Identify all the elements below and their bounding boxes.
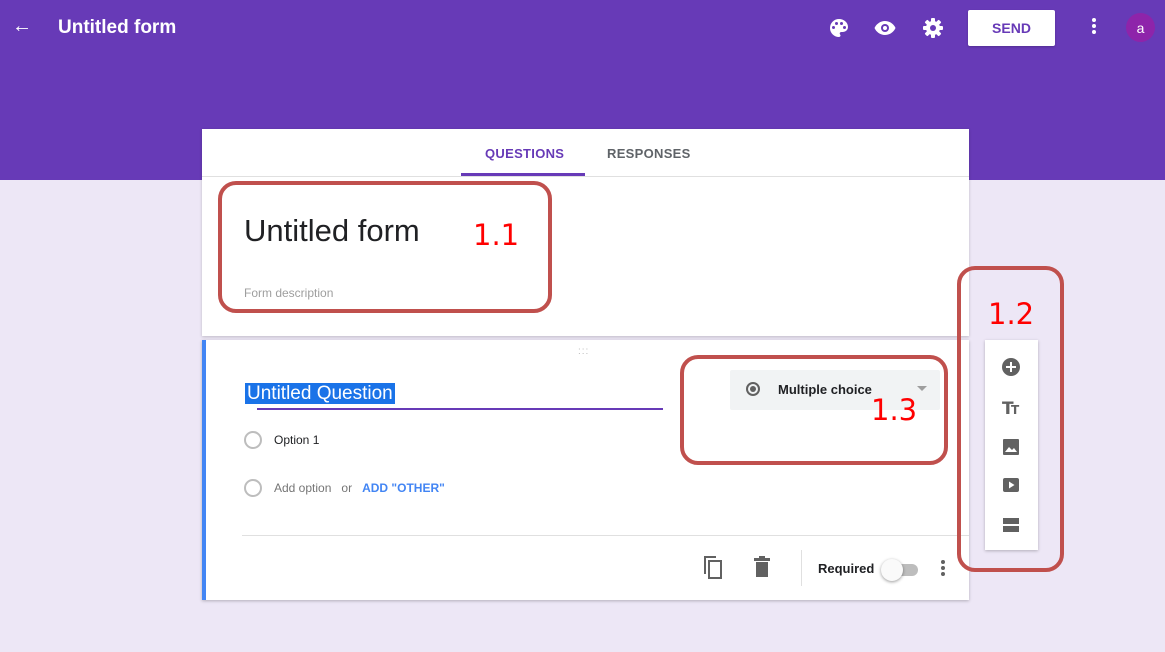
more-vert-icon[interactable] [1086, 16, 1102, 40]
account-avatar[interactable]: a [1126, 13, 1155, 42]
question-more-icon[interactable] [940, 558, 946, 580]
delete-trash-icon[interactable] [753, 556, 771, 578]
tab-responses[interactable]: RESPONSES [607, 146, 691, 161]
add-other-link[interactable]: ADD "OTHER" [362, 481, 445, 495]
question-title-underline [257, 408, 663, 410]
add-option-row: Add option or ADD "OTHER" [274, 481, 445, 495]
add-option-input[interactable]: Add option [274, 481, 331, 495]
add-option-radio-icon [244, 479, 262, 497]
required-label: Required [818, 561, 875, 576]
active-card-indicator [202, 340, 206, 600]
settings-gear-icon[interactable] [921, 16, 945, 40]
tab-divider [202, 176, 969, 177]
annotation-label-1-2: 1.2 [988, 297, 1035, 331]
annotation-label-1-3: 1.3 [871, 393, 918, 427]
option-radio-icon [244, 431, 262, 449]
send-button[interactable]: SEND [968, 10, 1055, 46]
question-title-text: Untitled Question [245, 383, 395, 404]
drag-handle-icon[interactable]: ::: [578, 346, 589, 357]
palette-icon[interactable] [827, 16, 851, 40]
required-toggle-knob[interactable] [881, 559, 903, 581]
footer-vertical-divider [801, 550, 802, 586]
option-1-input[interactable]: Option 1 [274, 433, 319, 447]
back-arrow-icon[interactable]: ← [12, 14, 32, 38]
tab-questions[interactable]: QUESTIONS [485, 146, 564, 161]
question-title-input[interactable]: Untitled Question [245, 383, 395, 405]
duplicate-icon[interactable] [702, 554, 724, 580]
preview-eye-icon[interactable] [873, 16, 897, 40]
annotation-label-1-1: 1.1 [473, 218, 520, 252]
or-text: or [341, 481, 353, 495]
question-footer-divider [242, 535, 969, 536]
form-name-title[interactable]: Untitled form [58, 17, 176, 39]
